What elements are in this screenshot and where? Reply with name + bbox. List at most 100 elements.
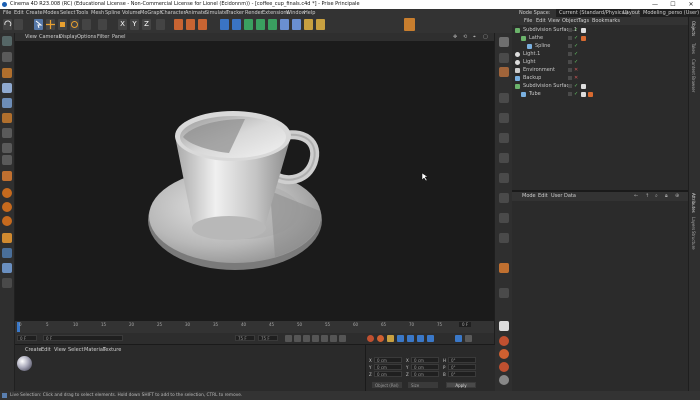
menu-character[interactable]: Character <box>161 9 186 17</box>
previous-frame-icon[interactable] <box>303 335 310 342</box>
material-tag-icon[interactable] <box>581 36 586 41</box>
size-y-field[interactable]: 0 cm <box>411 364 439 370</box>
current-frame-field[interactable]: 0 F <box>459 322 472 327</box>
disabled-x-icon[interactable]: ✕ <box>574 75 578 82</box>
tab-objects[interactable]: Objects <box>691 21 696 36</box>
menu-tools[interactable]: Tools <box>76 9 88 17</box>
move-icon[interactable] <box>46 19 55 30</box>
array-icon[interactable] <box>256 19 265 30</box>
viewport-tool-icon-7[interactable] <box>499 153 509 163</box>
points-mode-icon[interactable] <box>2 83 12 93</box>
viewport-tool-icon-9[interactable] <box>499 193 509 203</box>
material-tag-icon[interactable] <box>588 92 593 97</box>
size-z-field[interactable]: 0 cm <box>411 371 439 377</box>
viewport-tool-icon-5[interactable] <box>499 113 509 123</box>
viewport-tool-icon-1[interactable] <box>499 37 509 47</box>
material-menu-texture[interactable]: Texture <box>103 346 121 354</box>
position-z-field[interactable]: 0 cm <box>374 371 402 377</box>
maximize-button[interactable]: ☐ <box>664 0 682 9</box>
edges-mode-icon[interactable] <box>2 98 12 108</box>
material-menu-edit[interactable]: Edit <box>41 346 51 354</box>
menu-mesh[interactable]: Mesh <box>91 9 104 17</box>
material-menu-view[interactable]: View <box>54 346 66 354</box>
timeline-ruler[interactable]: 0 5 10 15 20 25 30 35 40 45 50 55 60 65 … <box>15 321 494 333</box>
polygons-mode-icon[interactable] <box>2 113 12 123</box>
end-frame-field[interactable]: 75 F <box>258 335 278 341</box>
parameter-key-icon[interactable] <box>427 335 434 342</box>
attribute-menu-user-data[interactable]: User Data <box>551 192 576 201</box>
coordinate-mode-dropdown[interactable]: Object (Rel) <box>372 382 402 388</box>
selection-filter-icon[interactable] <box>404 18 415 31</box>
light-icon[interactable] <box>316 19 325 30</box>
tab-attributes[interactable]: Attributes <box>691 193 696 213</box>
rotation-b-field[interactable]: 0° <box>448 371 476 377</box>
object-row-subdivision-surface-1[interactable]: Subdivision Surface.1 ✓ <box>512 27 688 34</box>
goto-end-icon[interactable] <box>339 335 346 342</box>
close-button[interactable]: ✕ <box>682 0 700 9</box>
viewport-menu-filter[interactable]: Filter <box>97 33 109 41</box>
z-axis-lock[interactable]: Z <box>142 19 151 30</box>
transform-icon[interactable] <box>98 19 107 30</box>
search-icon[interactable]: ⌕ <box>655 192 658 201</box>
keyframe-selection-icon[interactable] <box>499 362 509 372</box>
enabled-check-icon[interactable]: ✓ <box>574 43 578 50</box>
menu-help[interactable]: Help <box>304 9 315 17</box>
cloner-icon[interactable] <box>268 19 277 30</box>
scale-icon[interactable] <box>58 19 67 30</box>
coordinate-system-icon[interactable] <box>156 19 165 30</box>
object-menu-view[interactable]: View <box>548 17 560 25</box>
visibility-dot[interactable] <box>568 52 572 56</box>
menu-mograph[interactable]: MoGraph <box>140 9 163 17</box>
tab-structure[interactable]: Structure <box>691 231 696 250</box>
viewport-tool-icon-2[interactable] <box>499 53 509 63</box>
object-row-tube[interactable]: Tube ✓ <box>512 91 688 98</box>
grid-icon[interactable] <box>2 263 12 273</box>
keyframe-icon[interactable] <box>387 335 394 342</box>
phong-tag-icon[interactable] <box>581 28 586 33</box>
viewport-tool-icon-11[interactable] <box>499 233 509 243</box>
material-swatch[interactable] <box>17 356 32 371</box>
menu-tracker[interactable]: Tracker <box>226 9 244 17</box>
enabled-check-icon[interactable]: ✓ <box>574 35 578 42</box>
material-menu-select[interactable]: Select <box>68 346 83 354</box>
object-row-light-1[interactable]: Light.1 ✓ <box>512 51 688 58</box>
enabled-check-icon[interactable]: ✓ <box>574 59 578 66</box>
goto-start-icon[interactable] <box>285 335 292 342</box>
tab-layers[interactable]: Layers <box>691 217 696 230</box>
object-row-spline[interactable]: Spline ✓ <box>512 43 688 50</box>
next-frame-icon[interactable] <box>321 335 328 342</box>
enabled-check-icon[interactable]: ✓ <box>574 51 578 58</box>
visibility-dot[interactable] <box>568 76 572 80</box>
position-y-field[interactable]: 0 cm <box>374 364 402 370</box>
object-menu-tags[interactable]: Tags <box>578 17 589 25</box>
viewport-tool-icon-6[interactable] <box>499 133 509 143</box>
size-x-field[interactable]: 0 cm <box>411 357 439 363</box>
viewport-zoom-icon[interactable]: ⌖ <box>473 33 476 41</box>
solo-mode-icon[interactable] <box>2 155 12 165</box>
disabled-x-icon[interactable]: ✕ <box>574 67 578 74</box>
enabled-check-icon[interactable]: ✓ <box>574 91 578 98</box>
object-row-environment[interactable]: Environment ✕ <box>512 67 688 74</box>
menu-file[interactable]: File <box>3 9 11 17</box>
rotation-h-field[interactable]: 0° <box>448 357 476 363</box>
rotation-key-icon[interactable] <box>417 335 424 342</box>
make-editable-icon[interactable] <box>2 36 12 46</box>
viewport-menu-display[interactable]: Display <box>59 33 77 41</box>
layer-icon[interactable] <box>2 278 12 288</box>
lock-icon[interactable]: 🔒︎ <box>665 192 668 201</box>
visibility-dot[interactable] <box>568 92 572 96</box>
new-manager-icon[interactable]: ⊕ <box>675 192 679 201</box>
object-menu-file[interactable]: File <box>524 17 532 25</box>
deformer-icon[interactable] <box>280 19 289 30</box>
camera-icon[interactable] <box>304 19 313 30</box>
phong-tag-icon[interactable] <box>581 84 586 89</box>
workplane-icon[interactable] <box>2 248 12 258</box>
menu-edit[interactable]: Edit <box>14 9 24 17</box>
render-view-icon[interactable] <box>174 19 183 30</box>
python-script-icon-2[interactable] <box>2 202 12 212</box>
previous-key-icon[interactable] <box>294 335 301 342</box>
model-mode-icon[interactable] <box>2 52 12 62</box>
menu-create[interactable]: Create <box>26 9 43 17</box>
position-x-field[interactable]: 0 cm <box>374 357 402 363</box>
viewport-tool-icon-13[interactable] <box>499 288 509 298</box>
